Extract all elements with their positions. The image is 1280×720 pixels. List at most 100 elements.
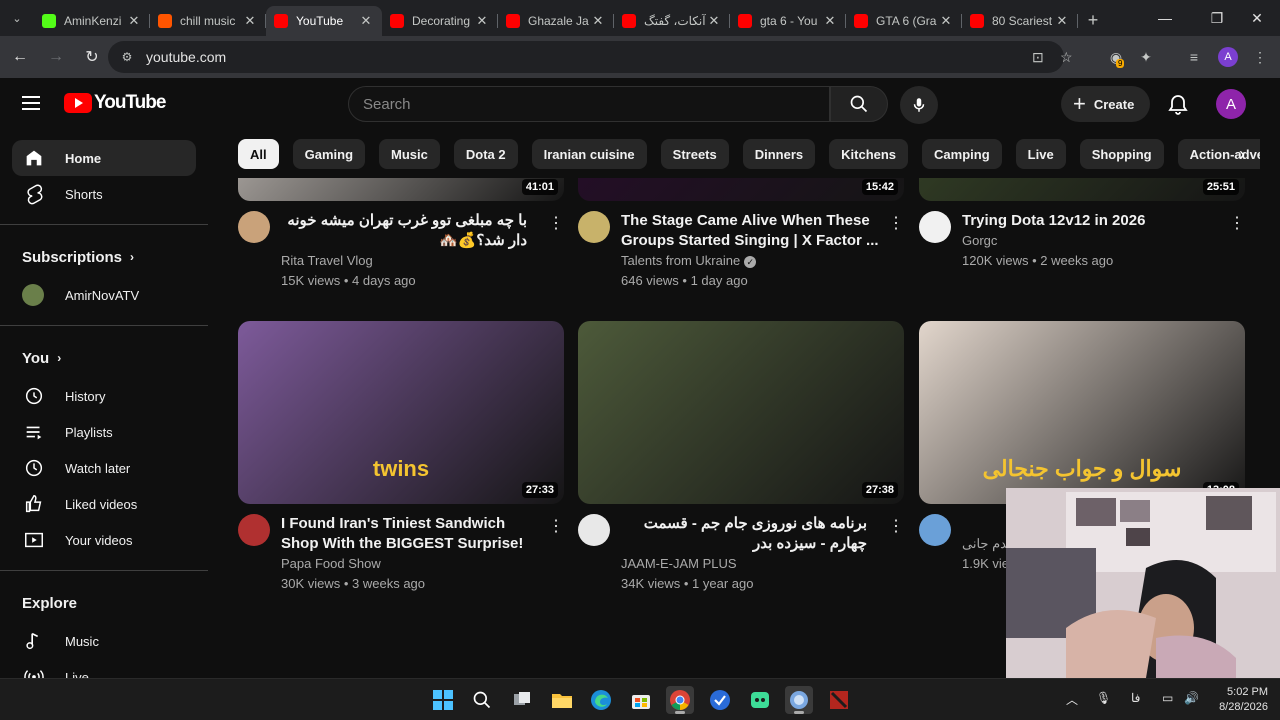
more-options-icon[interactable]: ⋮ (888, 516, 904, 536)
browser-tab[interactable]: Decorating ✕ (382, 6, 498, 36)
minimize-button[interactable]: — (1142, 0, 1188, 36)
discord-icon[interactable] (746, 686, 774, 714)
video-card[interactable]: 25:51 Trying Dota 12v12 in 2026 Gorgc 120K … (919, 178, 1245, 271)
filter-chip[interactable]: All (238, 139, 279, 169)
channel-avatar[interactable] (919, 211, 951, 243)
close-tab-icon[interactable]: ✕ (126, 13, 142, 29)
channel-name-text[interactable]: Rita Travel Vlog (281, 253, 373, 268)
sidebar-item-history[interactable]: History (12, 378, 196, 414)
youtube-logo[interactable]: YouTube (64, 92, 166, 114)
video-card[interactable]: 41:01 با چه مبلغی توو غرب تهران میشه خونه… (238, 178, 564, 291)
store-icon[interactable] (627, 686, 655, 714)
browser-tab[interactable]: AminKenzi ✕ (34, 6, 150, 36)
file-explorer-icon[interactable] (548, 686, 576, 714)
task-view-icon[interactable] (508, 686, 536, 714)
browser-tab[interactable]: Ghazale Ja ✕ (498, 6, 614, 36)
extensions-puzzle-icon[interactable]: ✦ (1134, 45, 1158, 69)
guide-menu-icon[interactable] (22, 96, 40, 110)
create-button[interactable]: + Create (1061, 86, 1151, 122)
you-heading[interactable]: You › (0, 338, 208, 378)
close-tab-icon[interactable]: ✕ (822, 13, 838, 29)
chevron-right-icon[interactable]: › (1228, 140, 1256, 168)
sidebar-item-subscription[interactable]: AmirNovATV (12, 277, 196, 313)
close-tab-icon[interactable]: ✕ (358, 13, 374, 29)
filter-chip[interactable]: Shopping (1079, 139, 1164, 169)
video-thumbnail[interactable]: سوال و جواب جنجالی13:08 (919, 321, 1245, 504)
install-app-icon[interactable]: ⊡ (1032, 49, 1044, 66)
filter-chip[interactable]: Dota 2 (453, 139, 518, 169)
reload-button[interactable]: ↻ (76, 41, 108, 73)
video-thumbnail[interactable]: 41:01 (238, 178, 564, 201)
channel-avatar[interactable] (578, 211, 610, 243)
dota2-icon[interactable] (825, 686, 853, 714)
video-thumbnail[interactable]: 27:38 (578, 321, 904, 504)
sidebar-item-home[interactable]: Home (12, 140, 196, 176)
channel-name-text[interactable]: Talents from Ukraine (621, 253, 740, 268)
channel-name-text[interactable]: تدم جانی (962, 536, 1011, 551)
channel-name[interactable]: Rita Travel Vlog (281, 251, 541, 271)
windows-start-icon[interactable] (429, 686, 457, 714)
network-icon[interactable]: ▭ (1162, 691, 1173, 705)
browser-tab[interactable]: chill music ✕ (150, 6, 266, 36)
subscriptions-heading[interactable]: Subscriptions › (0, 237, 208, 277)
address-url[interactable]: youtube.com (146, 49, 226, 65)
close-tab-icon[interactable]: ✕ (590, 13, 606, 29)
close-tab-icon[interactable]: ✕ (242, 13, 258, 29)
close-tab-icon[interactable]: ✕ (1054, 13, 1070, 29)
sidebar-item-playlists[interactable]: Playlists (12, 414, 196, 450)
video-card[interactable]: BUILT TO SING TOGETHER15:42 The Stage Cam… (578, 178, 904, 291)
video-thumbnail[interactable]: BUILT TO SING TOGETHER15:42 (578, 178, 904, 201)
filter-chip[interactable]: Kitchens (829, 139, 909, 169)
forward-button[interactable]: → (40, 41, 72, 73)
search-box[interactable] (348, 86, 830, 122)
channel-name[interactable]: Papa Food Show (281, 554, 541, 574)
tab-search-button[interactable]: ⌄ (0, 0, 34, 36)
video-thumbnail[interactable]: 25:51 (919, 178, 1245, 201)
browser-profile-avatar[interactable]: A (1218, 47, 1238, 67)
video-title[interactable]: I Found Iran's Tiniest Sandwich Shop Wit… (281, 514, 541, 554)
sidebar-item-watch-later[interactable]: Watch later (12, 450, 196, 486)
back-button[interactable]: ← (4, 41, 36, 73)
more-options-icon[interactable]: ⋮ (548, 213, 564, 233)
channel-avatar[interactable] (238, 514, 270, 546)
channel-name-text[interactable]: JAAM-E-JAM PLUS (621, 556, 737, 571)
video-thumbnail[interactable]: twins 27:33 (238, 321, 564, 504)
channel-name[interactable]: Talents from Ukraine ✓ (621, 251, 881, 271)
sidebar-item-your-videos[interactable]: Your videos (12, 522, 196, 558)
new-tab-button[interactable]: + (1078, 5, 1108, 35)
language-indicator[interactable]: فا (1131, 691, 1140, 705)
channel-name-text[interactable]: Gorgc (962, 233, 997, 248)
channel-avatar[interactable] (578, 514, 610, 546)
filter-chip[interactable]: Live (1015, 139, 1066, 169)
more-options-icon[interactable]: ⋮ (1229, 213, 1245, 233)
voice-search-button[interactable] (900, 86, 938, 124)
more-options-icon[interactable]: ⋮ (888, 213, 904, 233)
browser-tab[interactable]: آنکات، گفتگ ✕ (614, 6, 730, 36)
filter-chip[interactable]: Music (379, 139, 440, 169)
edge-icon[interactable] (587, 686, 615, 714)
filter-chip[interactable]: Dinners (742, 139, 816, 169)
channel-name[interactable]: JAAM-E-JAM PLUS (621, 554, 881, 574)
browser-tab[interactable]: gta 6 - You ✕ (730, 6, 846, 36)
channel-name-text[interactable]: Papa Food Show (281, 556, 381, 571)
browser-tab[interactable]: 80 Scariest ✕ (962, 6, 1078, 36)
browser-tab[interactable]: GTA 6 (Gra ✕ (846, 6, 962, 36)
video-title[interactable]: با چه مبلغی توو غرب تهران میشه خونه دار … (281, 211, 541, 251)
filter-chip[interactable]: Gaming (292, 139, 366, 169)
account-avatar[interactable]: A (1216, 89, 1246, 119)
browser-menu-icon[interactable]: ⋮ (1248, 45, 1272, 69)
clock[interactable]: 5:02 PM 8/28/2026 (1210, 685, 1268, 715)
channel-avatar[interactable] (919, 514, 951, 546)
microphone-icon[interactable]: 🎙 (1096, 691, 1111, 705)
sidebar-item-shorts[interactable]: Shorts (12, 176, 196, 212)
search-icon[interactable] (468, 686, 496, 714)
close-window-button[interactable]: ✕ (1234, 0, 1280, 36)
video-title[interactable]: The Stage Came Alive When These Groups S… (621, 211, 881, 251)
video-title[interactable]: برنامه های نوروزی جام جم - قسمت چهارم - … (621, 514, 881, 554)
sidebar-item-liked-videos[interactable]: Liked videos (12, 486, 196, 522)
volume-icon[interactable]: 🔊 (1184, 691, 1199, 705)
site-info-icon[interactable]: ⚙ (112, 50, 142, 64)
bookmark-star-icon[interactable]: ☆ (1060, 49, 1073, 66)
sidebar-item-live[interactable]: Live (12, 659, 196, 678)
filter-chip[interactable]: Streets (660, 139, 729, 169)
